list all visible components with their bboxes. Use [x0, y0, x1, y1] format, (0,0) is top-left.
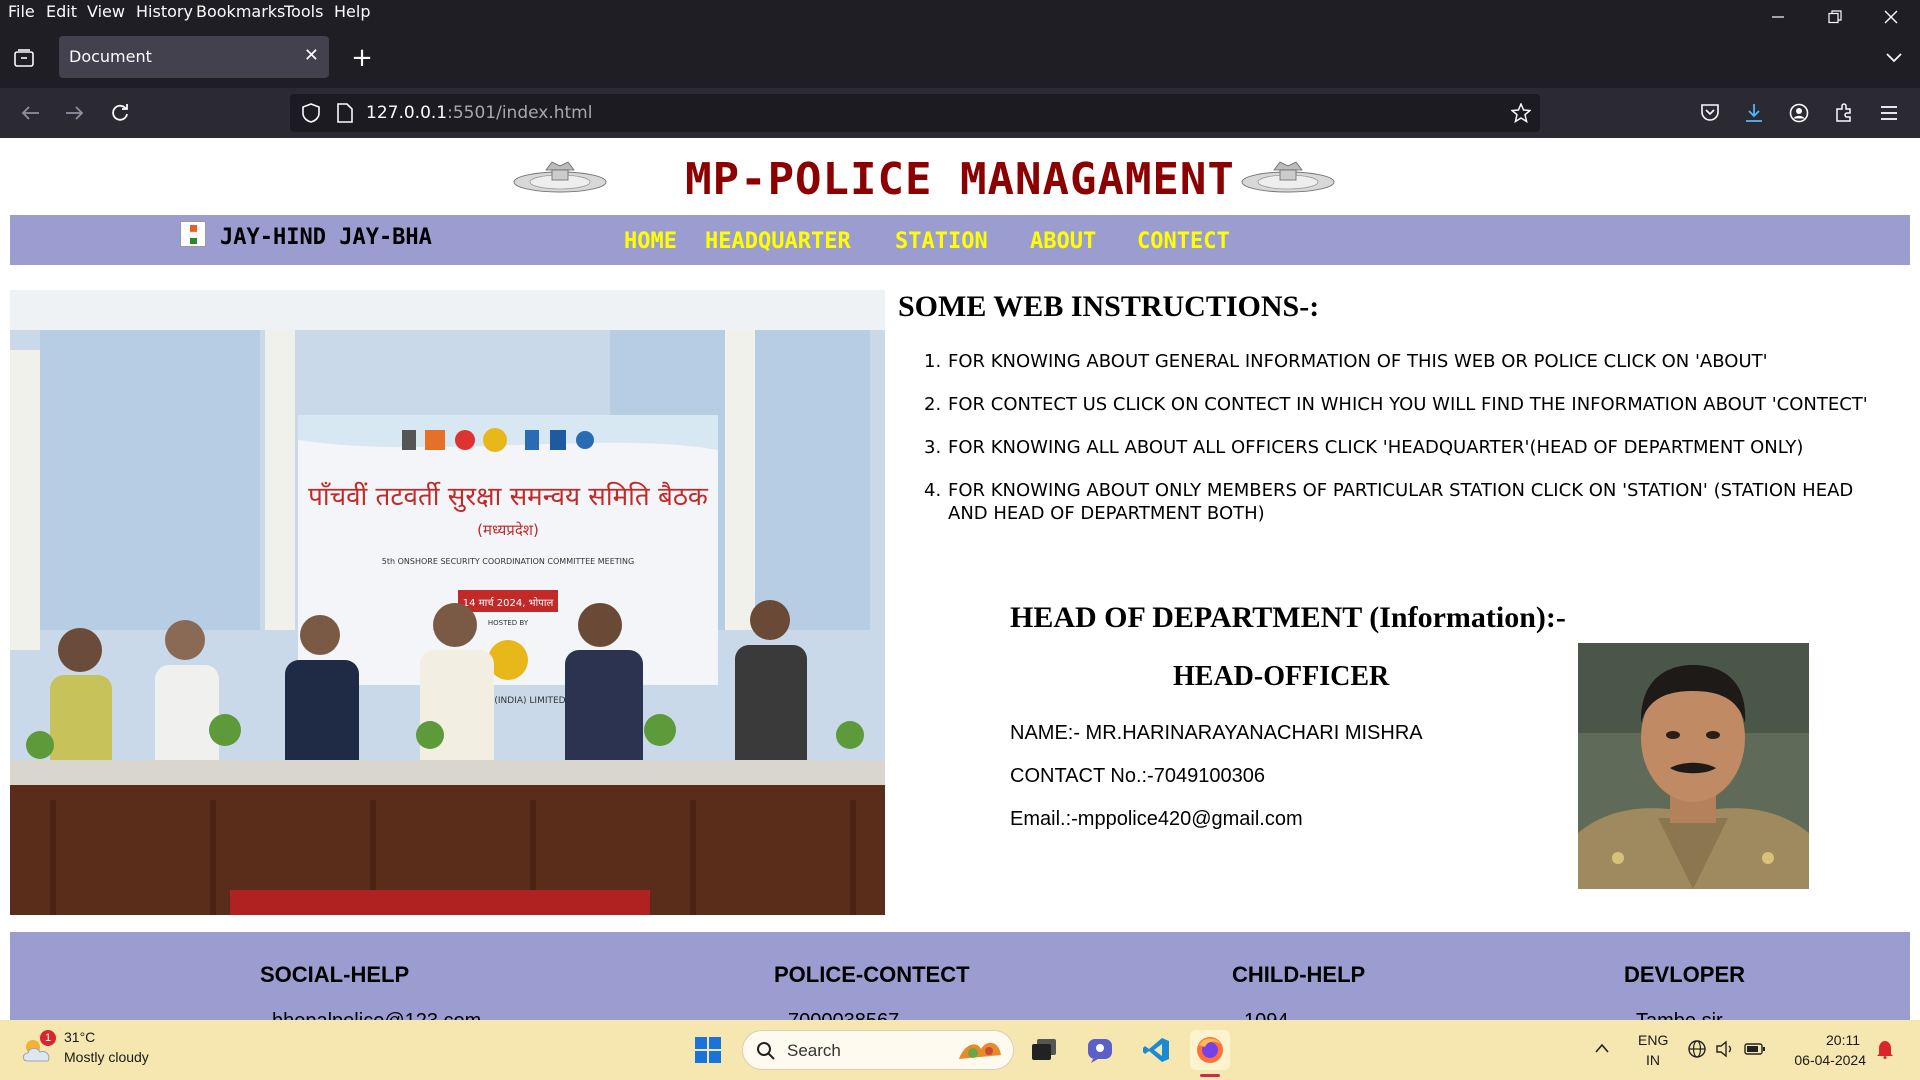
instruction-text: FOR KNOWING ALL ABOUT ALL OFFICERS CLICK…: [948, 437, 1804, 458]
officer-photo: [1578, 643, 1809, 889]
new-tab-icon[interactable]: +: [350, 43, 374, 73]
notification-bell-icon[interactable]: [1874, 1038, 1896, 1060]
app-menu-icon[interactable]: [1877, 101, 1901, 125]
weather-temperature[interactable]: 31°C: [64, 1029, 95, 1045]
task-view-icon[interactable]: [1024, 1030, 1064, 1070]
hod-name: NAME:- MR.HARINARAYANACHARI MISHRA: [1010, 722, 1423, 744]
footer-child-help-heading: CHILD-HELP: [1232, 962, 1366, 987]
hod-contact: CONTACT No.:-7049100306: [1010, 765, 1265, 787]
nav-station-link[interactable]: STATION: [895, 229, 988, 254]
url-text[interactable]: 127.0.0.1:5501/index.html: [366, 103, 592, 123]
instruction-text: FOR KNOWING ABOUT ONLY MEMBERS OF PARTIC…: [948, 480, 1854, 524]
meeting-photo: पाँचवीं तटवर्ती सुरक्षा समन्वय समिति बैठ…: [10, 290, 885, 915]
search-icon: [755, 1040, 777, 1062]
footer-devloper-heading: DEVLOPER: [1624, 962, 1746, 987]
scrolling-slogan: JAY-HIND JAY-BHA: [220, 225, 432, 250]
nav-about-link[interactable]: ABOUT: [1030, 229, 1096, 254]
menu-tools[interactable]: Tools: [284, 2, 323, 21]
instruction-item: 3. FOR KNOWING ALL ABOUT ALL OFFICERS CLI…: [924, 437, 1804, 458]
hod-subtitle: HEAD-OFFICER: [1173, 661, 1390, 692]
url-path: :5501/index.html: [447, 103, 593, 123]
back-icon[interactable]: [18, 101, 42, 125]
instructions-title: SOME WEB INSTRUCTIONS-:: [898, 290, 1320, 323]
firefox-icon[interactable]: [1190, 1030, 1230, 1070]
browser-menubar: File Edit View History Bookmarks Tools H…: [0, 0, 1920, 26]
windows-taskbar: 1 31°C Mostly cloudy Search ENG IN 20:11…: [0, 1020, 1920, 1080]
hod-email: Email.:-mppolice420@gmail.com: [1010, 808, 1303, 830]
police-emblem-right: [1241, 161, 1335, 193]
footer-police-contect-heading: POLICE-CONTECT: [774, 962, 970, 987]
network-globe-icon[interactable]: [1686, 1038, 1708, 1060]
flag-icon: [180, 221, 206, 247]
browser-toolbar: 127.0.0.1:5501/index.html: [0, 88, 1920, 138]
footer-child-help-value: 1094: [1244, 1010, 1289, 1020]
page-info-icon[interactable]: [334, 102, 356, 124]
instructions-list: 1. FOR KNOWING ABOUT GENERAL INFORMATION …: [924, 350, 1884, 545]
language-bottom[interactable]: IN: [1638, 1052, 1668, 1068]
banner-hosted-by: HOSTED BY: [488, 619, 529, 627]
reload-icon[interactable]: [108, 101, 132, 125]
forward-icon[interactable]: [63, 101, 87, 125]
weather-description[interactable]: Mostly cloudy: [64, 1049, 149, 1065]
tab-list-icon[interactable]: [12, 46, 36, 70]
taskbar-search[interactable]: Search: [742, 1030, 1014, 1070]
tab-overflow-chevron-icon[interactable]: [1882, 46, 1906, 70]
menu-help[interactable]: Help: [334, 2, 370, 21]
tab-close-icon[interactable]: ✕: [304, 45, 319, 66]
volume-icon[interactable]: [1714, 1038, 1736, 1060]
menu-edit[interactable]: Edit: [46, 2, 77, 21]
menu-history[interactable]: History: [136, 2, 193, 21]
clock-time[interactable]: 20:11: [1780, 1032, 1860, 1048]
banner-hindi-title: पाँचवीं तटवर्ती सुरक्षा समन्वय समिति बैठ…: [308, 481, 709, 512]
tab-document[interactable]: Document ✕: [59, 36, 329, 78]
firefox-active-indicator: [1200, 1074, 1220, 1077]
pocket-icon[interactable]: [1698, 101, 1722, 125]
nav-home-link[interactable]: HOME: [624, 229, 677, 254]
instruction-item: 4. FOR KNOWING ABOUT ONLY MEMBERS OF PART…: [924, 480, 1854, 524]
language-top[interactable]: ENG: [1638, 1032, 1668, 1048]
search-highlight-icon: [955, 1035, 1005, 1065]
footer-social-help-value[interactable]: bhopalpolice@123.com: [272, 1010, 481, 1020]
nav-contect-link[interactable]: CONTECT: [1137, 229, 1230, 254]
site-navbar: JAY-HIND JAY-BHA HOME HEADQUARTER STATIO…: [10, 215, 1910, 265]
weather-cloud-icon[interactable]: 1: [20, 1030, 56, 1068]
site-footer: SOCIAL-HELP bhopalpolice@123.com POLICE-…: [10, 932, 1910, 1020]
vscode-icon[interactable]: [1136, 1030, 1176, 1070]
battery-icon[interactable]: [1744, 1038, 1766, 1060]
instruction-item: 2. FOR CONTECT US CLICK ON CONTECT IN WHI…: [924, 394, 1868, 415]
url-host: 127.0.0.1: [366, 103, 448, 123]
bookmark-star-icon[interactable]: [1510, 102, 1532, 124]
extensions-icon[interactable]: [1832, 101, 1856, 125]
site-title: MP-POLICE MANAGAMENT: [685, 154, 1235, 205]
windows-start-icon[interactable]: [688, 1030, 728, 1070]
teams-chat-icon[interactable]: [1080, 1030, 1120, 1070]
menu-view[interactable]: View: [87, 2, 125, 21]
banner-english: 5th ONSHORE SECURITY COORDINATION COMMIT…: [382, 557, 634, 566]
footer-police-contect-value: 7000038567: [788, 1010, 899, 1020]
instruction-item: 1. FOR KNOWING ABOUT GENERAL INFORMATION …: [924, 351, 1768, 372]
footer-devloper-value: Tambe sir: [1636, 1010, 1723, 1020]
footer-social-help-heading: SOCIAL-HELP: [260, 962, 410, 987]
search-placeholder: Search: [787, 1041, 841, 1060]
shield-icon[interactable]: [300, 102, 322, 124]
instruction-text: FOR CONTECT US CLICK ON CONTECT IN WHICH…: [948, 394, 1868, 415]
tab-title: Document: [69, 47, 152, 66]
tab-strip: Document ✕ +: [0, 26, 1920, 88]
banner-state: (मध्यप्रदेश): [477, 521, 539, 539]
hod-title: HEAD OF DEPARTMENT (Information):-: [1010, 601, 1566, 634]
show-hidden-icons-chevron-icon[interactable]: [1592, 1038, 1612, 1058]
nav-headquarter-link[interactable]: HEADQUARTER: [705, 229, 851, 254]
account-icon[interactable]: [1787, 101, 1811, 125]
url-bar[interactable]: 127.0.0.1:5501/index.html: [290, 94, 1540, 132]
clock-date[interactable]: 06-04-2024: [1780, 1052, 1866, 1068]
weather-alert-badge: 1: [40, 1030, 56, 1046]
web-page: MP-POLICE MANAGAMENT JAY-HIND JAY-BHA HO…: [0, 138, 1920, 1020]
download-icon[interactable]: [1742, 101, 1766, 125]
banner-company: (INDIA) LIMITED: [494, 696, 565, 706]
menu-bookmarks[interactable]: Bookmarks: [196, 2, 285, 21]
instruction-text: FOR KNOWING ABOUT GENERAL INFORMATION OF…: [948, 351, 1768, 372]
menu-file[interactable]: File: [8, 2, 35, 21]
banner-date: 14 मार्च 2024, भोपाल: [463, 597, 554, 609]
